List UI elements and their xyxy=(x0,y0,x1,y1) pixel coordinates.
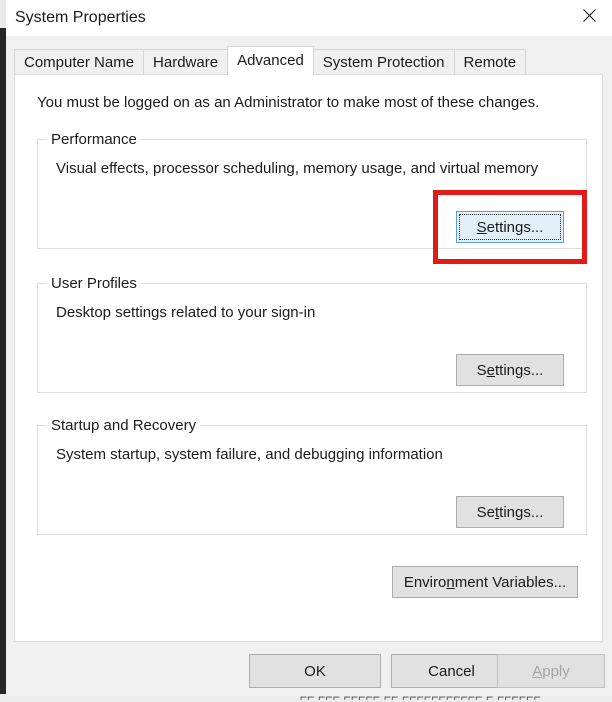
ok-button[interactable]: OK xyxy=(249,654,381,688)
performance-settings-button[interactable]: Settings... xyxy=(456,211,564,243)
environment-variables-button[interactable]: Enviro n ment Variables... xyxy=(392,566,578,598)
close-icon[interactable] xyxy=(566,0,612,31)
user-profiles-settings-accel: e xyxy=(486,361,495,379)
group-performance-description: Visual effects, processor scheduling, me… xyxy=(56,160,539,177)
group-startup-description: System startup, system failure, and debu… xyxy=(56,446,443,463)
system-properties-dialog: System Properties Computer Name Hardware… xyxy=(6,0,612,696)
administrator-note: You must be logged on as an Administrato… xyxy=(37,94,540,111)
tab-system-protection[interactable]: System Protection xyxy=(312,49,455,75)
tab-hardware[interactable]: Hardware xyxy=(143,49,229,75)
startup-settings-suffix: tings... xyxy=(499,503,544,521)
tab-remote[interactable]: Remote xyxy=(453,49,527,75)
startup-recovery-settings-button[interactable]: Se t tings... xyxy=(456,496,564,528)
group-user-profiles-description: Desktop settings related to your sign-in xyxy=(56,304,316,321)
window-title: System Properties xyxy=(15,9,146,26)
apply-accel: A xyxy=(532,662,543,680)
group-user-profiles-label: User Profiles xyxy=(47,275,141,292)
tab-advanced[interactable]: Advanced xyxy=(227,46,314,75)
environment-variables-suffix: ment Variables... xyxy=(454,573,567,591)
performance-settings-suffix: ettings... xyxy=(486,218,544,236)
performance-settings-accel: S xyxy=(476,218,487,236)
tab-strip: Computer Name Hardware Advanced System P… xyxy=(14,46,527,75)
user-profiles-settings-suffix: ttings... xyxy=(495,361,544,379)
user-profiles-settings-prefix: S xyxy=(476,361,487,379)
startup-settings-prefix: Se xyxy=(476,503,495,521)
environment-variables-accel: n xyxy=(446,573,455,591)
title-bar: System Properties xyxy=(6,0,612,36)
tab-computer-name[interactable]: Computer Name xyxy=(14,49,145,75)
apply-suffix: pply xyxy=(542,662,570,680)
group-performance-label: Performance xyxy=(47,131,141,148)
cancel-button[interactable]: Cancel xyxy=(391,654,512,688)
user-profiles-settings-button[interactable]: Se ttings... xyxy=(456,354,564,386)
group-startup-label: Startup and Recovery xyxy=(47,417,201,434)
apply-button[interactable]: Apply xyxy=(497,654,605,688)
environment-variables-prefix: Enviro xyxy=(403,573,447,591)
